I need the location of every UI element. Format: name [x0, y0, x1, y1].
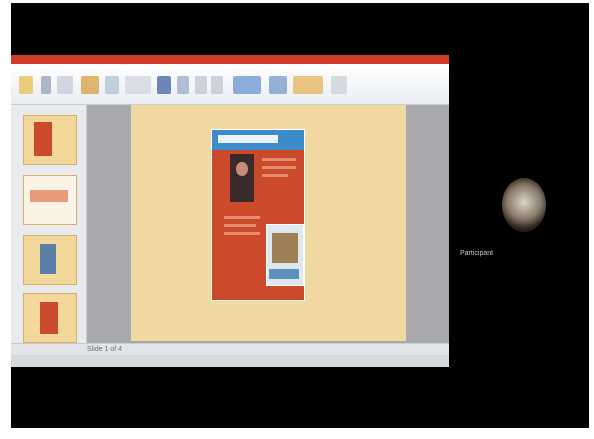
poster-text-line [224, 224, 256, 227]
ribbon-title-bar [11, 55, 449, 64]
thumbnail-image [40, 244, 56, 274]
ribbon-toolbar [11, 64, 449, 105]
poster-inset-image [266, 224, 304, 286]
slide-thumbnail-3[interactable] [23, 235, 77, 285]
quick-styles-icon[interactable] [293, 76, 323, 94]
poster-image[interactable] [211, 129, 305, 301]
slides-pane [11, 105, 87, 343]
poster-header-text [218, 135, 278, 143]
poster-inset-caption [269, 269, 299, 279]
slide-thumbnail-4[interactable] [23, 293, 77, 343]
participant-avatar [502, 178, 546, 232]
screen-share: Slide 1 of 4 [11, 55, 449, 367]
participant-tile[interactable]: Participant [452, 158, 584, 270]
bold-icon[interactable] [157, 76, 171, 94]
poster-text-line [224, 232, 260, 235]
layout-icon[interactable] [105, 76, 119, 94]
poster-text-line [262, 158, 296, 161]
find-icon[interactable] [331, 76, 347, 94]
poster-header [212, 130, 304, 150]
copy-icon[interactable] [57, 76, 73, 94]
thumbnail-poster [40, 302, 58, 334]
cut-icon[interactable] [41, 76, 51, 94]
poster-text-line [224, 216, 260, 219]
participant-name: Participant [460, 250, 494, 257]
slide-thumbnail-1[interactable] [23, 115, 77, 165]
font-icon[interactable] [125, 76, 151, 94]
thumbnail-text-block [30, 190, 68, 202]
poster-text-line [262, 174, 288, 177]
poster-text-line [262, 166, 296, 169]
poster-face [236, 162, 248, 176]
poster-inset-photo [272, 233, 298, 263]
thumbnail-poster [34, 122, 52, 156]
taskbar [11, 355, 449, 367]
shape-icon[interactable] [233, 76, 261, 94]
align-left-icon[interactable] [195, 76, 207, 94]
new-slide-icon[interactable] [81, 76, 99, 94]
paste-icon[interactable] [19, 76, 33, 94]
align-center-icon[interactable] [211, 76, 223, 94]
italic-icon[interactable] [177, 76, 189, 94]
current-slide[interactable] [131, 105, 406, 341]
arrange-icon[interactable] [269, 76, 287, 94]
slide-thumbnail-2[interactable] [23, 175, 77, 225]
